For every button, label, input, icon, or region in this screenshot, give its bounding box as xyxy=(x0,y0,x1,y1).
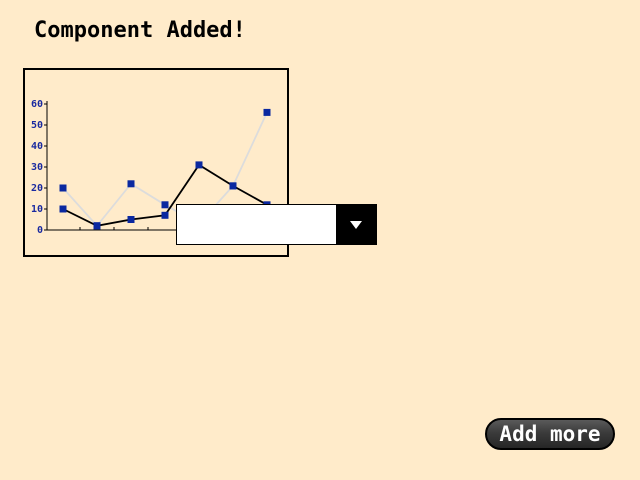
y-tick-label: 60 xyxy=(31,99,43,110)
series-2-point xyxy=(127,216,135,223)
y-tick-label: 0 xyxy=(37,225,43,236)
series-2-point xyxy=(93,222,101,230)
y-tick-label: 40 xyxy=(31,141,43,152)
series-2-point xyxy=(161,211,169,219)
y-tick-label: 10 xyxy=(31,204,43,215)
series-1-point xyxy=(161,201,169,209)
component-select-dropdown[interactable] xyxy=(176,204,377,245)
page-title: Component Added! xyxy=(34,18,246,43)
y-tick-label: 50 xyxy=(31,120,43,131)
series-1-point xyxy=(127,180,135,188)
series-1-point xyxy=(59,184,67,192)
series-1-point xyxy=(263,108,271,116)
series-2-point xyxy=(229,182,237,190)
add-more-button[interactable]: Add more xyxy=(485,418,615,450)
series-2-point xyxy=(59,205,67,213)
series-2-point xyxy=(195,161,203,169)
y-tick-label: 20 xyxy=(31,183,43,194)
y-tick-label: 30 xyxy=(31,162,43,173)
dropdown-arrow-button[interactable] xyxy=(336,205,376,244)
caret-down-icon xyxy=(350,220,362,229)
